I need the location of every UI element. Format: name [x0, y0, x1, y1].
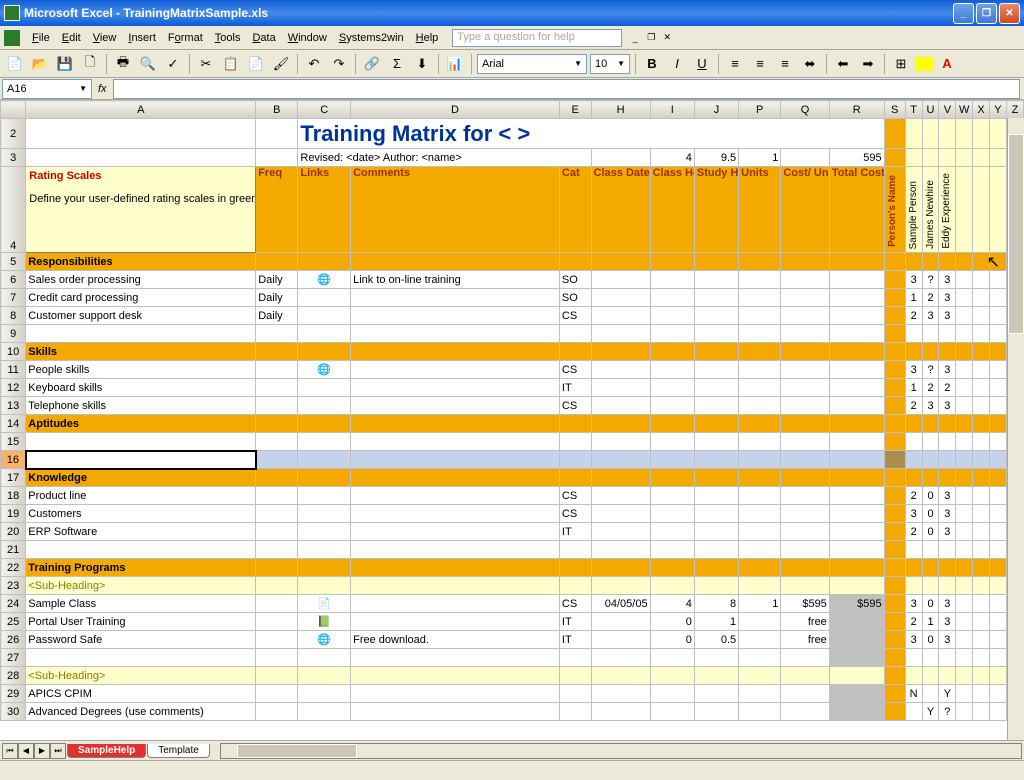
redo-icon[interactable]: ↷ [328, 53, 350, 75]
formula-input[interactable] [113, 79, 1020, 99]
row-11[interactable]: 11People skills🌐CS3?3 [1, 361, 1024, 379]
print-icon[interactable]: 🖶 [112, 53, 134, 75]
close-button[interactable]: ✕ [999, 3, 1020, 24]
row-2[interactable]: 2Training Matrix for < > [1, 119, 1024, 149]
align-center-icon[interactable]: ≡ [749, 53, 771, 75]
row-18[interactable]: 18Product lineCS203 [1, 487, 1024, 505]
row-28[interactable]: 28<Sub-Heading> [1, 667, 1024, 685]
open-icon[interactable]: 📂 [29, 53, 51, 75]
doc-minimize-button[interactable]: _ [628, 31, 642, 45]
row-29[interactable]: 29APICS CPIMNY [1, 685, 1024, 703]
sort-icon[interactable]: ⬇ [411, 53, 433, 75]
indent-decrease-icon[interactable]: ⬅ [832, 53, 854, 75]
row-22[interactable]: 22Training Programs [1, 559, 1024, 577]
row-15[interactable]: 15 [1, 433, 1024, 451]
maximize-button[interactable]: ❐ [976, 3, 997, 24]
row-21[interactable]: 21 [1, 541, 1024, 559]
row-30[interactable]: 30Advanced Degrees (use comments)Y? [1, 703, 1024, 721]
row-23[interactable]: 23<Sub-Heading> [1, 577, 1024, 595]
menu-format[interactable]: Format [162, 30, 209, 46]
spelling-icon[interactable]: ✓ [162, 53, 184, 75]
row-14[interactable]: 14Aptitudes [1, 415, 1024, 433]
row-6[interactable]: 6Sales order processingDaily🌐Link to on-… [1, 271, 1024, 289]
italic-icon[interactable]: I [666, 53, 688, 75]
horizontal-scrollbar[interactable] [220, 743, 1022, 759]
tab-nav-next[interactable]: ▶ [34, 743, 50, 759]
menu-view[interactable]: View [87, 30, 123, 46]
merge-icon[interactable]: ⬌ [799, 53, 821, 75]
new-icon[interactable]: 📄 [4, 53, 26, 75]
menu-systems2win[interactable]: Systems2win [333, 30, 410, 46]
window-title: Microsoft Excel - TrainingMatrixSample.x… [24, 6, 953, 20]
menu-edit[interactable]: Edit [56, 30, 87, 46]
name-box[interactable]: A16▼ [2, 79, 92, 99]
doc-close-button[interactable]: ✕ [660, 31, 674, 45]
bold-icon[interactable]: B [641, 53, 663, 75]
row-4[interactable]: 4 Rating ScalesDefine your user-defined … [1, 167, 1024, 253]
row-26[interactable]: 26Password Safe🌐Free download.IT00.5free… [1, 631, 1024, 649]
help-search-box[interactable]: Type a question for help [452, 29, 622, 47]
menu-tools[interactable]: Tools [209, 30, 247, 46]
align-left-icon[interactable]: ≡ [724, 53, 746, 75]
chart-icon[interactable]: 📊 [444, 53, 466, 75]
row-25[interactable]: 25Portal User Training📗IT01free213 [1, 613, 1024, 631]
save-icon[interactable]: 💾 [54, 53, 76, 75]
spreadsheet-grid[interactable]: ABCDEHIJPQRSTUVWXYZ 2Training Matrix for… [0, 100, 1024, 740]
formula-bar: A16▼ fx [0, 78, 1024, 100]
row-20[interactable]: 20ERP SoftwareIT203 [1, 523, 1024, 541]
tab-nav-last[interactable]: ⏭ [50, 743, 66, 759]
minimize-button[interactable]: _ [953, 3, 974, 24]
doc-restore-button[interactable]: ❐ [644, 31, 658, 45]
print-preview-icon[interactable]: 🔍 [137, 53, 159, 75]
vertical-scrollbar[interactable] [1007, 118, 1024, 740]
tab-nav-prev[interactable]: ◀ [18, 743, 34, 759]
autosum-icon[interactable]: Σ [386, 53, 408, 75]
borders-icon[interactable]: ⊞ [890, 53, 912, 75]
sheet-tabs-row: ⏮ ◀ ▶ ⏭ SampleHelp Template [0, 740, 1024, 760]
cut-icon[interactable]: ✂ [195, 53, 217, 75]
underline-icon[interactable]: U [691, 53, 713, 75]
standard-toolbar: 📄 📂 💾 🗋 🖶 🔍 ✓ ✂ 📋 📄 🖌 ↶ ↷ 🔗 Σ ⬇ 📊 Arial▼… [0, 50, 1024, 78]
row-5[interactable]: 5Responsibilities [1, 253, 1024, 271]
permission-icon[interactable]: 🗋 [79, 53, 101, 75]
row-24[interactable]: 24Sample Class📄CS04/05/05481$595$595303 [1, 595, 1024, 613]
row-13[interactable]: 13Telephone skillsCS233 [1, 397, 1024, 415]
row-17[interactable]: 17Knowledge [1, 469, 1024, 487]
menu-window[interactable]: Window [282, 30, 333, 46]
row-8[interactable]: 8Customer support deskDailyCS233 [1, 307, 1024, 325]
status-bar [0, 760, 1024, 780]
font-name-box[interactable]: Arial▼ [477, 54, 587, 74]
paste-icon[interactable]: 📄 [245, 53, 267, 75]
copy-icon[interactable]: 📋 [220, 53, 242, 75]
menu-data[interactable]: Data [246, 30, 281, 46]
menu-insert[interactable]: Insert [122, 30, 162, 46]
font-size-box[interactable]: 10▼ [590, 54, 630, 74]
row-7[interactable]: 7Credit card processingDailySO123 [1, 289, 1024, 307]
indent-increase-icon[interactable]: ➡ [857, 53, 879, 75]
excel-doc-icon [4, 30, 20, 46]
tab-nav-first[interactable]: ⏮ [2, 743, 18, 759]
row-3[interactable]: 3Revised: <date> Author: <name>49.51595 [1, 149, 1024, 167]
row-9[interactable]: 9 [1, 325, 1024, 343]
row-27[interactable]: 27 [1, 649, 1024, 667]
fill-color-icon[interactable] [915, 57, 933, 71]
undo-icon[interactable]: ↶ [303, 53, 325, 75]
sheet-tab-template[interactable]: Template [147, 744, 210, 758]
fx-icon[interactable]: fx [98, 83, 107, 95]
menubar: File Edit View Insert Format Tools Data … [0, 26, 1024, 50]
format-painter-icon[interactable]: 🖌 [270, 53, 292, 75]
font-color-icon[interactable]: A [936, 53, 958, 75]
menu-help[interactable]: Help [410, 30, 445, 46]
row-19[interactable]: 19CustomersCS303 [1, 505, 1024, 523]
row-16-selected[interactable]: 16 [1, 451, 1024, 469]
excel-app-icon [4, 5, 20, 21]
row-10[interactable]: 10Skills [1, 343, 1024, 361]
row-12[interactable]: 12Keyboard skillsIT122 [1, 379, 1024, 397]
hyperlink-icon[interactable]: 🔗 [361, 53, 383, 75]
titlebar: Microsoft Excel - TrainingMatrixSample.x… [0, 0, 1024, 26]
column-headers[interactable]: ABCDEHIJPQRSTUVWXYZ [1, 101, 1024, 119]
align-right-icon[interactable]: ≡ [774, 53, 796, 75]
sheet-tab-samplehelp[interactable]: SampleHelp [67, 744, 146, 758]
menu-file[interactable]: File [26, 30, 56, 46]
